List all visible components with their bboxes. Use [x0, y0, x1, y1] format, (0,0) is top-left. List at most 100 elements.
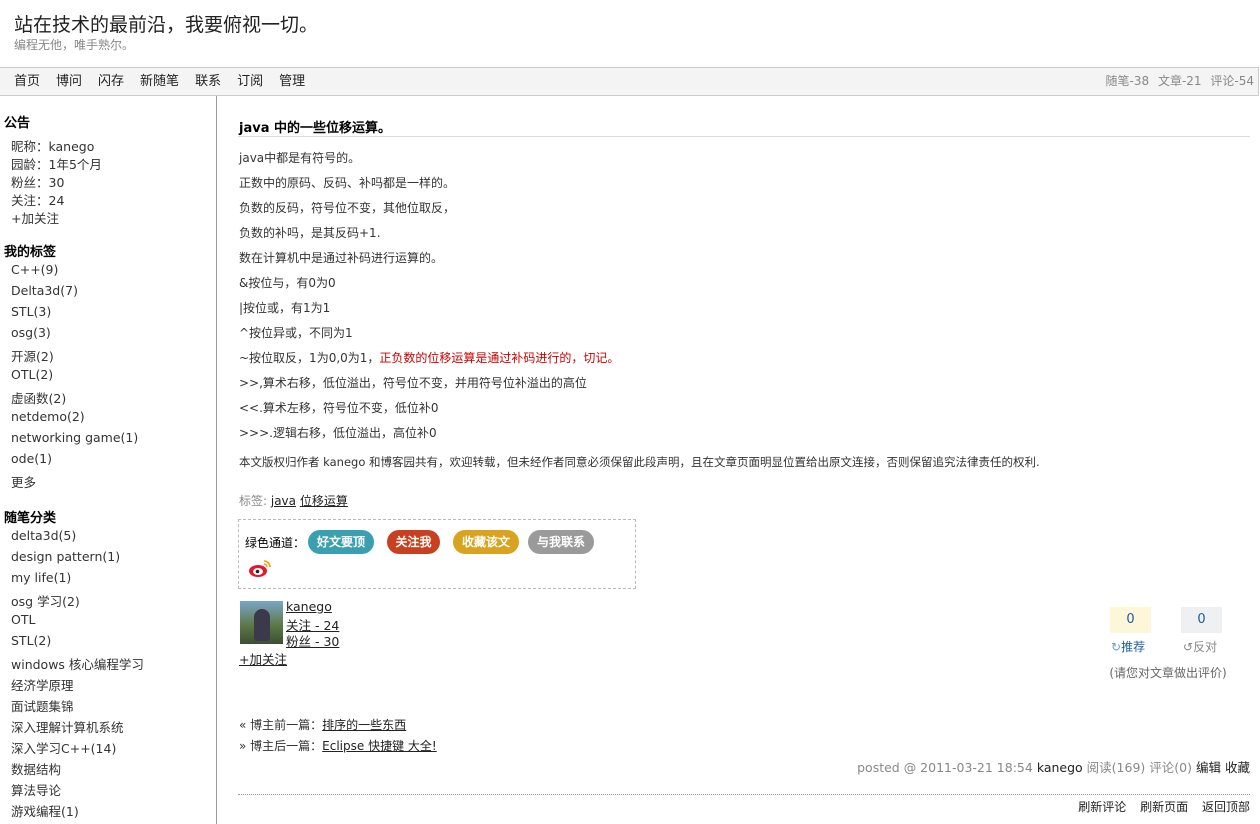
post-line: java中都是有符号的。 — [239, 151, 361, 165]
share-label: 绿色通道： — [245, 536, 306, 550]
author-fans[interactable]: 粉丝 - 30 — [286, 631, 339, 650]
edit-post-link[interactable]: 编辑 — [1196, 760, 1221, 775]
category-item[interactable]: 算法导论 — [11, 780, 61, 799]
tag-item[interactable]: networking game(1) — [11, 430, 138, 445]
weibo-share-icon[interactable] — [248, 558, 272, 578]
profile-age[interactable]: 园龄：1年5个月 — [11, 154, 102, 173]
nav-home[interactable]: 首页 — [6, 68, 48, 95]
nav-ask[interactable]: 博问 — [48, 68, 90, 95]
copyright-notice: 本文版权归作者 kanego 和博客园共有，欢迎转载，但未经作者同意必须保留此段… — [239, 455, 1040, 469]
tag-item[interactable]: 虚函数(2) — [11, 388, 66, 407]
tag-item[interactable]: netdemo(2) — [11, 409, 85, 424]
refresh-comments-link[interactable]: 刷新评论 — [1078, 800, 1126, 814]
post-comment-count: 评论(0) — [1149, 760, 1192, 775]
category-item[interactable]: 经济学原理 — [11, 675, 74, 694]
author-name[interactable]: kanego — [286, 599, 332, 614]
digg-button[interactable]: ↻推荐 — [1111, 638, 1145, 655]
digg-icon: ↻ — [1111, 640, 1122, 654]
category-item[interactable]: OTL — [11, 612, 35, 627]
post-line: ^按位异或，不同为1 — [239, 326, 353, 340]
category-item[interactable]: 深入学习C++(14) — [11, 738, 116, 757]
digg-post-button[interactable]: 好文要顶 — [308, 530, 374, 554]
bury-label: 反对 — [1193, 640, 1218, 654]
comment-actions: 刷新评论 刷新页面 返回顶部 — [1068, 798, 1250, 815]
category-item[interactable]: delta3d(5) — [11, 528, 76, 543]
post-line: 正数中的原码、反码、补吗都是一样的。 — [239, 176, 456, 190]
next-post: » 博主后一篇：Eclipse 快捷键 大全! — [239, 737, 437, 754]
nav-bar: 首页 博问 闪存 新随笔 联系 订阅 管理 随笔-38 文章-21 评论-54 — [0, 67, 1259, 96]
post-tag-link[interactable]: java — [271, 494, 296, 508]
favorite-post-button[interactable]: 收藏该文 — [453, 530, 519, 554]
tag-item[interactable]: 开源(2) — [11, 346, 54, 365]
favorite-post-link[interactable]: 收藏 — [1225, 760, 1250, 775]
category-item[interactable]: STL(2) — [11, 633, 51, 648]
category-item[interactable]: 面试题集锦 — [11, 696, 74, 715]
category-item[interactable]: 数据结构 — [11, 759, 61, 778]
back-to-top-link[interactable]: 返回顶部 — [1202, 800, 1250, 814]
blog-header: 站在技术的最前沿，我要俯视一切。 编程无他，唯手熟尔。 — [0, 0, 1260, 67]
post-line: 负数的反码，符号位不变，其他位取反， — [239, 201, 456, 215]
category-item[interactable]: osg 学习(2) — [11, 591, 80, 610]
digg-label: 推荐 — [1121, 640, 1146, 654]
profile-fans[interactable]: 粉丝：30 — [11, 172, 64, 191]
stat-posts: 随笔-38 — [1105, 74, 1150, 88]
profile-nickname[interactable]: 昵称：kanego — [11, 136, 94, 155]
post-tags: 标签: java 位移运算 — [239, 492, 348, 509]
post-title[interactable]: java 中的一些位移运算。 — [239, 117, 391, 136]
category-item[interactable]: windows 核心编程学习 — [11, 654, 144, 673]
follow-link[interactable]: +加关注 — [11, 208, 59, 227]
stat-articles: 文章-21 — [1157, 74, 1202, 88]
blog-stats: 随笔-38 文章-21 评论-54 — [1101, 68, 1254, 95]
categories-heading: 随笔分类 — [4, 511, 57, 526]
next-post-prefix: » 博主后一篇： — [239, 739, 323, 753]
follow-author-link[interactable]: +加关注 — [239, 649, 287, 668]
next-post-link[interactable]: Eclipse 快捷键 大全! — [322, 739, 437, 753]
post-tag-link[interactable]: 位移运算 — [300, 494, 348, 508]
contact-me-button[interactable]: 与我联系 — [528, 530, 594, 554]
tags-more-link[interactable]: 更多 — [11, 472, 36, 491]
category-item[interactable]: 深入理解计算机系统 — [11, 717, 124, 736]
category-item[interactable]: my life(1) — [11, 570, 71, 585]
prev-post-link[interactable]: 排序的一些东西 — [322, 718, 406, 732]
post-line-red-note: 正负数的位移运算是通过补码进行的，切记。 — [379, 351, 620, 365]
post-line: >>,算术右移，低位溢出，符号位不变，并用符号位补溢出的高位 — [239, 376, 587, 390]
post-line-not: ~按位取反，1为0,0为1，正负数的位移运算是通过补码进行的，切记。 — [239, 349, 619, 366]
post-line: 数在计算机中是通过补码进行运算的。 — [239, 251, 444, 265]
nav-subscribe[interactable]: 订阅 — [229, 68, 271, 95]
digg-count[interactable]: 0 — [1110, 607, 1151, 633]
title-divider — [238, 136, 1250, 137]
tag-item[interactable]: OTL(2) — [11, 367, 53, 382]
bury-button[interactable]: ↺反对 — [1183, 638, 1217, 655]
share-panel: 绿色通道： 好文要顶 关注我 收藏该文 与我联系 — [238, 519, 636, 589]
prev-post: « 博主前一篇：排序的一些东西 — [239, 716, 406, 733]
refresh-page-link[interactable]: 刷新页面 — [1140, 800, 1188, 814]
tag-item[interactable]: ode(1) — [11, 451, 52, 466]
nav-contact[interactable]: 联系 — [187, 68, 229, 95]
author-avatar[interactable] — [240, 601, 283, 644]
notice-heading: 公告 — [4, 116, 31, 131]
follow-me-button[interactable]: 关注我 — [387, 530, 440, 554]
tag-item[interactable]: C++(9) — [11, 262, 58, 277]
nav-admin[interactable]: 管理 — [271, 68, 313, 95]
post-line: 负数的补吗，是其反码+1. — [239, 226, 381, 240]
post-date: posted @ 2011-03-21 18:54 — [857, 760, 1033, 775]
tag-item[interactable]: Delta3d(7) — [11, 283, 78, 298]
nav-flash[interactable]: 闪存 — [90, 68, 132, 95]
nav-new-post[interactable]: 新随笔 — [132, 68, 187, 95]
blog-subtitle: 编程无他，唯手熟尔。 — [14, 38, 135, 52]
blog-title[interactable]: 站在技术的最前沿，我要俯视一切。 — [14, 10, 318, 37]
post-footer-info: posted @ 2011-03-21 18:54 kanego 阅读(169)… — [857, 757, 1250, 776]
nav-menu: 首页 博问 闪存 新随笔 联系 订阅 管理 — [6, 68, 313, 95]
stat-comments: 评论-54 — [1210, 74, 1254, 88]
category-item[interactable]: 游戏编程(1) — [11, 801, 79, 820]
category-item[interactable]: design pattern(1) — [11, 549, 120, 564]
post-author-link[interactable]: kanego — [1037, 760, 1083, 775]
profile-following[interactable]: 关注：24 — [11, 190, 64, 209]
comments-divider — [238, 794, 1250, 795]
bury-count[interactable]: 0 — [1181, 607, 1222, 633]
tag-item[interactable]: STL(3) — [11, 304, 51, 319]
vote-hint: (请您对文章做出评价) — [1109, 666, 1227, 680]
tags-label: 标签: — [239, 494, 271, 508]
tag-item[interactable]: osg(3) — [11, 325, 51, 340]
bury-icon: ↺ — [1183, 640, 1194, 654]
